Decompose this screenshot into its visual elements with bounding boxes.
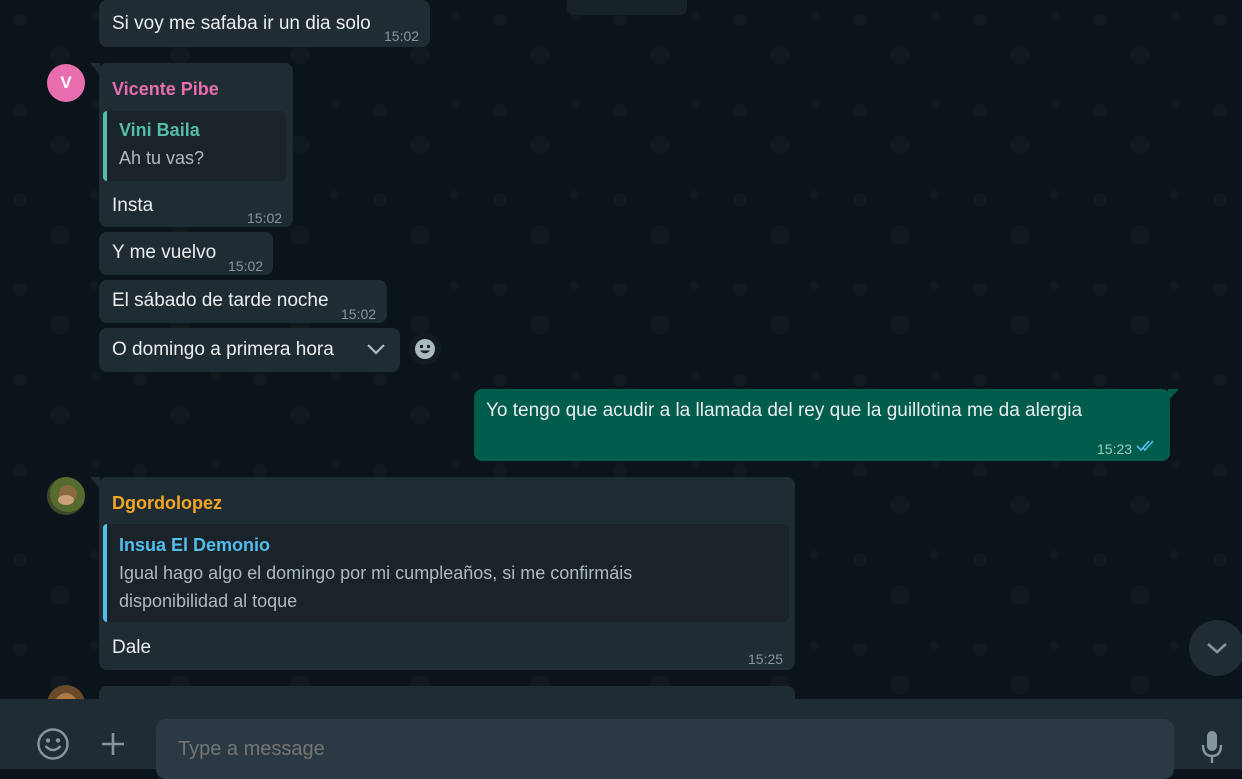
quoted-message[interactable]: Insua El Demonio Igual hago algo el domi…: [103, 524, 789, 622]
message-text: El sábado de tarde noche: [112, 290, 329, 311]
avatar-letter: V: [60, 73, 72, 92]
message-bubble[interactable]: Vicente Pibe Vini Baila Ah tu vas? Insta…: [99, 63, 293, 227]
date-chip: [567, 0, 687, 15]
chat-area[interactable]: Si voy me safaba ir un dia solo 15:02 V …: [0, 0, 1242, 699]
avatar[interactable]: [47, 685, 85, 699]
message-input[interactable]: [156, 719, 1174, 779]
message-text: Y me vuelvo: [112, 242, 217, 263]
quote-text: disponibilidad al toque: [119, 591, 298, 611]
avatar[interactable]: [47, 477, 85, 515]
quote-sender: Insua El Demonio: [119, 535, 271, 555]
avatar-photo-detail: [58, 495, 74, 505]
compose-footer: [0, 699, 1242, 779]
message-time: 15:23: [1097, 441, 1133, 457]
outgoing-message-bubble[interactable]: Yo tengo que acudir a la llamada del rey…: [474, 389, 1170, 461]
quote-bar: [103, 524, 107, 622]
message-time: 15:02: [247, 210, 283, 226]
message-text: O domingo a primera hora: [112, 339, 334, 360]
mic-icon[interactable]: [1194, 727, 1230, 767]
message-text: Insta: [112, 195, 154, 216]
message-bubble[interactable]: Dgordolopez Insua El Demonio Igual hago …: [99, 477, 795, 670]
chevron-down-icon: [1207, 643, 1227, 654]
message-time: 15:25: [748, 651, 784, 667]
plus-icon[interactable]: [96, 727, 130, 761]
bubble-tail: [1168, 389, 1179, 401]
avatar[interactable]: V: [47, 64, 85, 102]
message-bubble[interactable]: El sábado de tarde noche 15:02: [99, 280, 387, 323]
sender-name[interactable]: Vicente Pibe: [112, 78, 219, 100]
message-time: 15:02: [341, 306, 377, 322]
message-text: Si voy me safaba ir un dia solo: [112, 13, 371, 34]
quote-sender: Vini Baila: [119, 120, 200, 140]
quote-text: Ah tu vas?: [119, 148, 205, 168]
message-text: Dale: [112, 637, 152, 658]
message-bubble[interactable]: Si voy me safaba ir un dia solo 15:02: [99, 0, 430, 47]
quoted-message[interactable]: Vini Baila Ah tu vas?: [103, 111, 286, 181]
scroll-down-button[interactable]: [1189, 620, 1242, 676]
message-bubble[interactable]: O domingo a primera hora: [99, 328, 400, 372]
quote-text: Igual hago algo el domingo por mi cumple…: [119, 563, 633, 583]
double-check-icon: [1136, 438, 1158, 454]
message-time: 15:02: [384, 28, 420, 44]
quote-bar: [103, 111, 107, 181]
message-text: Yo tengo que acudir a la llamada del rey…: [486, 400, 1083, 421]
chevron-down-icon[interactable]: [361, 338, 391, 360]
message-bubble[interactable]: [99, 686, 795, 699]
sender-name[interactable]: Dgordolopez: [112, 492, 222, 514]
message-time: 15:02: [228, 258, 264, 274]
emoji-icon[interactable]: [35, 726, 71, 762]
emoji-icon[interactable]: [409, 333, 441, 365]
message-bubble[interactable]: Y me vuelvo 15:02: [99, 232, 273, 275]
